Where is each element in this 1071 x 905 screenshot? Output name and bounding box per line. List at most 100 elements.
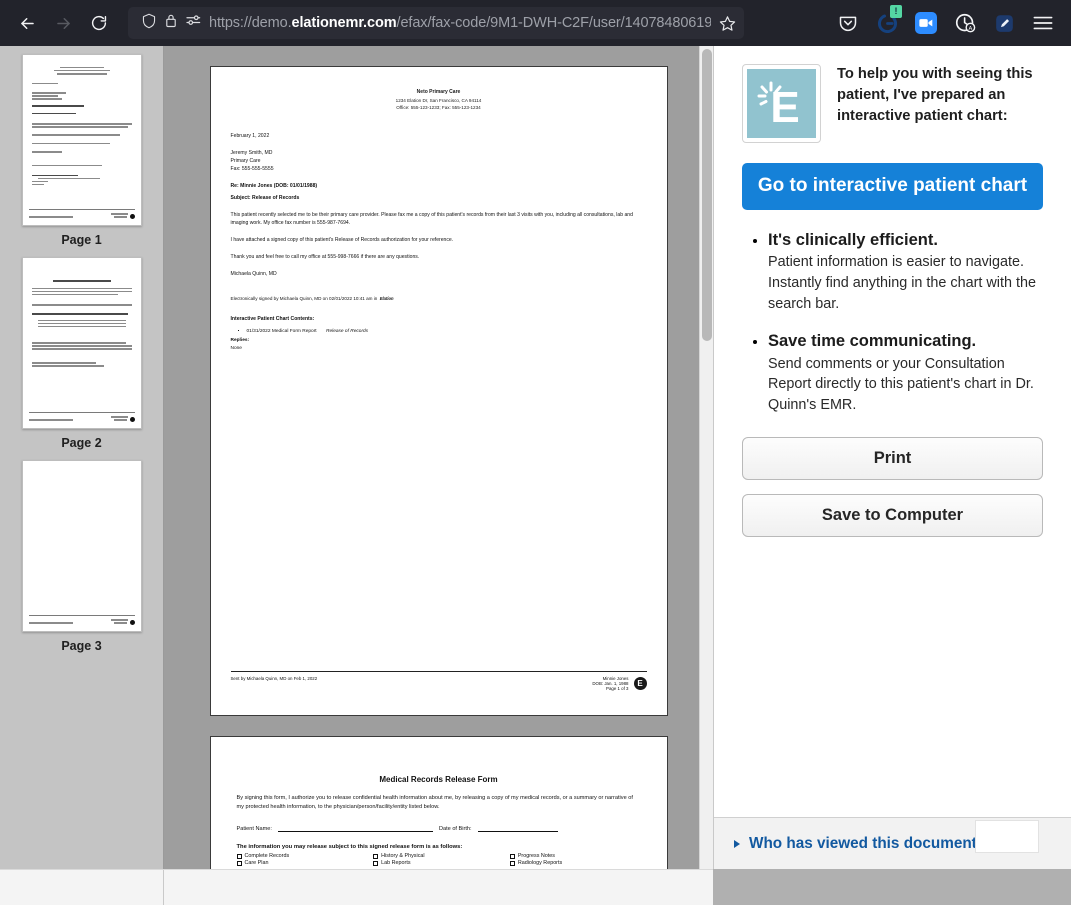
chart-item-name: Release of Records: [326, 328, 369, 334]
checkbox-icon[interactable]: [236, 860, 242, 866]
checkbox-icon[interactable]: [236, 853, 242, 859]
patient-name-label: Patient Name:: [236, 826, 272, 833]
viewed-placeholder-box: [975, 820, 1039, 853]
thumbnail-label-1: Page 1: [61, 233, 102, 247]
site-permissions-icon[interactable]: [186, 14, 201, 32]
url-text[interactable]: https://demo.elationemr.com/efax/fax-cod…: [209, 15, 711, 31]
page-thumbnail-1[interactable]: [21, 54, 142, 226]
checkbox-row[interactable]: Complete Records: [236, 853, 368, 859]
letterhead-contact: Office: 555-123-1233; Fax: 555-123-1234: [396, 104, 481, 110]
recipient-name: Jeremy Smith, MD: [230, 149, 273, 156]
go-to-interactive-patient-chart-button[interactable]: Go to interactive patient chart: [742, 163, 1043, 210]
forward-button[interactable]: [46, 6, 80, 40]
letter-paragraph-1: This patient recently selected me to be …: [230, 212, 633, 227]
thumbnail-item[interactable]: Page 1: [0, 54, 163, 251]
checkbox-row[interactable]: Care Plan: [236, 860, 368, 866]
elation-logo: E: [742, 64, 821, 143]
footer-page-number: Page 1 of 3: [606, 686, 629, 691]
disclosure-triangle-icon[interactable]: [734, 839, 740, 848]
form-name-dob-row: Patient Name: Date of Birth:: [236, 825, 641, 833]
elation-logo-inner: E: [747, 69, 816, 138]
document-page-2: Medical Records Release Form By signing …: [209, 736, 668, 869]
checkbox-icon[interactable]: [509, 853, 515, 859]
intro-text: To help you with seeing this patient, I'…: [837, 66, 1033, 124]
checkbox-label: Lab Reports: [381, 860, 411, 867]
bottom-strip-left: [0, 870, 164, 905]
who-has-viewed-bar[interactable]: Who has viewed this document?: [714, 817, 1071, 869]
patient-name-field[interactable]: [277, 825, 433, 833]
letterhead-address: 1234 Elation Dr, San Francisco, CA 94114: [395, 97, 482, 103]
letter-recipient: Jeremy Smith, MD Primary Care Fax: 555-5…: [231, 150, 647, 174]
page-thumbnail-3[interactable]: [21, 460, 142, 632]
letter-date: February 1, 2022: [230, 132, 270, 139]
page-thumbnail-sidebar[interactable]: Page 1 Page 2 Page 3: [0, 46, 164, 869]
thumbnail-item[interactable]: Page 3: [0, 460, 163, 657]
bookmark-star-icon[interactable]: [719, 15, 736, 32]
grammarly-extension-icon[interactable]: !: [869, 5, 905, 40]
address-bar-icons: [136, 13, 201, 34]
pocket-save-icon[interactable]: [830, 6, 866, 40]
checkbox-label: History & Physical: [381, 853, 425, 860]
chart-item-date: 01/31/2022: [246, 328, 271, 334]
tracking-protection-shield-icon[interactable]: [142, 13, 156, 34]
letter-signer: Michaela Quinn, MD: [230, 270, 277, 277]
recipient-fax: Fax: 555-555-5555: [230, 165, 274, 172]
back-button[interactable]: [10, 6, 44, 40]
benefit-item: Save time communicating. Send comments o…: [768, 331, 1043, 415]
page-thumbnail-2[interactable]: [21, 257, 142, 429]
thumbnail-item[interactable]: Page 2: [0, 257, 163, 454]
form-intro: By signing this form, I authorize you to…: [236, 795, 633, 811]
elation-e-icon: E: [757, 81, 799, 132]
app-menu-button[interactable]: [1025, 6, 1061, 40]
viewer-scrollbar-thumb[interactable]: [702, 49, 712, 341]
address-bar[interactable]: https://demo.elationemr.com/efax/fax-cod…: [128, 7, 744, 39]
svg-text:E: E: [770, 83, 799, 132]
url-path: /efax/fax-code/9M1-DWH-C2F/user/14078480…: [396, 15, 711, 31]
extension-alert-badge: !: [890, 5, 902, 18]
lock-icon[interactable]: [165, 13, 177, 33]
info-panel: E To help you with seeing this patient, …: [713, 46, 1071, 869]
dob-label: Date of Birth:: [438, 826, 472, 833]
page-body: Page 1 Page 2 Page 3 Neto Primary Care 1…: [0, 46, 1071, 905]
who-has-viewed-link[interactable]: Who has viewed this document?: [749, 835, 986, 853]
letter-body: February 1, 2022 Jeremy Smith, MD Primar…: [231, 133, 647, 352]
thumbnail-footer: [28, 614, 135, 625]
dob-field[interactable]: [477, 825, 558, 833]
edit-pen-extension-icon[interactable]: [986, 6, 1022, 40]
checkbox-row[interactable]: Lab Reports: [373, 860, 504, 866]
release-checkbox-grid: Complete Records History & Physical Prog…: [236, 853, 641, 866]
chart-contents-item: 01/31/2022 Medical Form Report Release o…: [247, 328, 647, 335]
checkbox-icon[interactable]: [373, 860, 379, 866]
form-subheading: The information you may release subject …: [236, 844, 463, 851]
browser-extension-icons: ! A: [830, 5, 1061, 40]
letter-paragraph-3: Thank you and feel free to call my offic…: [230, 253, 420, 260]
checkbox-icon[interactable]: [509, 860, 515, 866]
checkbox-row[interactable]: History & Physical: [373, 853, 504, 859]
save-to-computer-button[interactable]: Save to Computer: [742, 494, 1043, 538]
thumbnail-label-2: Page 2: [61, 436, 102, 450]
print-button[interactable]: Print: [742, 437, 1043, 481]
browser-toolbar: https://demo.elationemr.com/efax/fax-cod…: [0, 0, 1071, 46]
checkbox-row[interactable]: Radiology Reports: [509, 860, 641, 866]
elation-badge-icon: E: [633, 677, 647, 690]
replies-label: Replies:: [230, 338, 250, 344]
checkbox-icon[interactable]: [373, 853, 379, 859]
subject-line: Subject: Release of Records: [230, 195, 300, 202]
zoom-meeting-icon[interactable]: [908, 6, 944, 40]
chart-item-type: Medical Form Report: [271, 328, 317, 334]
history-clock-extension-icon[interactable]: A: [947, 6, 983, 40]
letter-paragraph-2: I have attached a signed copy of this pa…: [230, 237, 454, 244]
viewer-scroll-content: Neto Primary Care 1234 Elation Dr, San F…: [164, 46, 713, 869]
reload-button[interactable]: [82, 6, 116, 40]
page-1-footer: Sent by Michaela Quinn, MD on Feb 1, 202…: [230, 671, 647, 691]
document-page-1: Neto Primary Care 1234 Elation Dr, San F…: [209, 66, 668, 716]
checkbox-row[interactable]: Progress Notes: [509, 853, 641, 859]
interactive-chart-contents: Interactive Patient Chart Contents: 01/3…: [231, 316, 647, 352]
thumbnail-label-3: Page 3: [61, 639, 102, 653]
intro-row: E To help you with seeing this patient, …: [742, 64, 1043, 143]
form-title: Medical Records Release Form: [379, 775, 498, 784]
letterhead-org: Neto Primary Care: [416, 89, 461, 95]
benefit-body: Send comments or your Consultation Repor…: [768, 355, 1034, 413]
viewer-scrollbar[interactable]: [699, 46, 713, 869]
document-viewer[interactable]: Neto Primary Care 1234 Elation Dr, San F…: [164, 46, 713, 869]
